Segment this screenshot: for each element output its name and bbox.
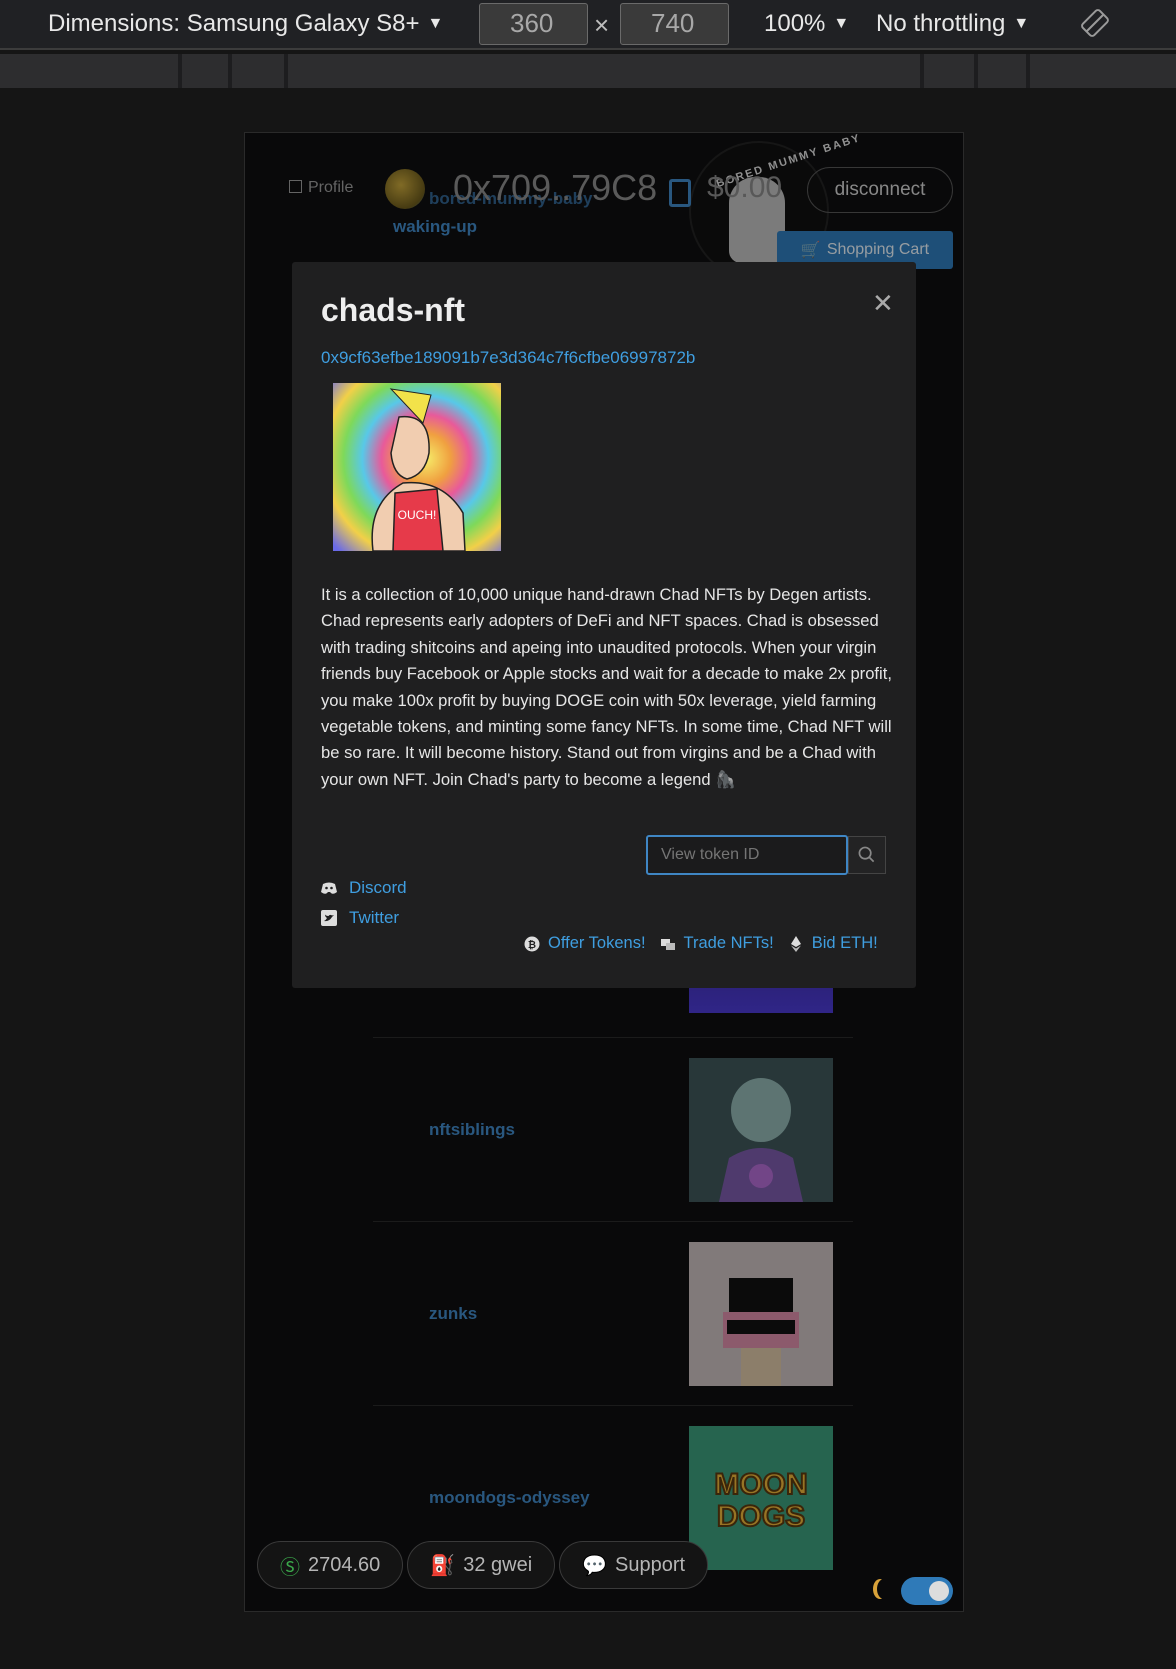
device-label: Dimensions: Samsung Galaxy S8+ <box>48 10 420 37</box>
devtools-toolbar: Dimensions: Samsung Galaxy S8+ ▼ 360 × 74… <box>0 0 1176 50</box>
gas-price: 32 gwei <box>463 1553 533 1576</box>
bitcoin-icon: ₿ <box>524 936 540 951</box>
media-query-bar <box>0 54 1176 88</box>
collection-image: OUCH! <box>333 383 501 551</box>
dollar-icon: Ⓢ <box>280 1556 300 1579</box>
twitter-label: Twitter <box>349 908 400 927</box>
support-label: Support <box>615 1553 686 1576</box>
discord-icon <box>321 882 337 894</box>
gas-pump-icon: ⛽ <box>430 1554 456 1577</box>
exchange-icon <box>660 938 675 950</box>
token-search-button[interactable] <box>848 836 886 874</box>
discord-link[interactable]: Discord <box>321 878 407 898</box>
eth-price: 2704.60 <box>308 1553 381 1576</box>
chat-icon: 💬 <box>582 1554 608 1577</box>
device-selector[interactable]: Dimensions: Samsung Galaxy S8+ ▼ <box>48 10 443 38</box>
zoom-selector[interactable]: 100% ▼ <box>764 10 849 38</box>
twitter-icon <box>321 910 337 926</box>
status-bar: Ⓢ 2704.60 ⛽ 32 gwei 💬 Support <box>257 1541 709 1589</box>
height-input[interactable]: 740 <box>620 3 729 45</box>
chevron-down-icon: ▼ <box>1013 15 1030 32</box>
support-button[interactable]: 💬 Support <box>559 1541 709 1589</box>
contract-address-link[interactable]: 0x9cf63efbe189091b7e3d364c7f6cfbe0699787… <box>321 348 695 368</box>
throttle-selector[interactable]: No throttling ▼ <box>876 10 1029 38</box>
discord-label: Discord <box>349 878 407 897</box>
dark-mode-toggle[interactable] <box>901 1577 953 1605</box>
chevron-down-icon: ▼ <box>833 15 850 32</box>
times-sign: × <box>594 10 610 40</box>
chevron-down-icon: ▼ <box>427 15 444 32</box>
ethereum-icon <box>790 935 801 952</box>
collection-description: It is a collection of 10,000 unique hand… <box>321 585 892 789</box>
zoom-label: 100% <box>764 10 826 37</box>
modal-title: chads-nft <box>321 292 465 328</box>
collection-modal: chads-nft ✕ 0x9cf63efbe189091b7e3d364c7f… <box>292 262 916 988</box>
close-icon[interactable]: ✕ <box>872 288 894 319</box>
width-input[interactable]: 360 <box>479 3 588 45</box>
svg-text:₿: ₿ <box>528 939 536 951</box>
action-links: ₿ Offer Tokens! Trade NFTs! Bid ETH! <box>524 934 878 953</box>
search-icon <box>858 846 875 863</box>
eth-price-badge: Ⓢ 2704.60 <box>257 1541 404 1589</box>
shirt-text: OUCH! <box>398 508 437 522</box>
offer-tokens-link[interactable]: Offer Tokens! <box>548 934 646 953</box>
gas-badge: ⛽ 32 gwei <box>407 1541 556 1589</box>
moon-icon <box>877 1579 891 1599</box>
rotate-icon[interactable] <box>1080 8 1110 38</box>
twitter-link[interactable]: Twitter <box>321 908 399 928</box>
token-id-input[interactable] <box>646 835 848 875</box>
bid-eth-link[interactable]: Bid ETH! <box>812 934 878 953</box>
throttle-label: No throttling <box>876 10 1006 37</box>
trade-nfts-link[interactable]: Trade NFTs! <box>684 934 774 953</box>
